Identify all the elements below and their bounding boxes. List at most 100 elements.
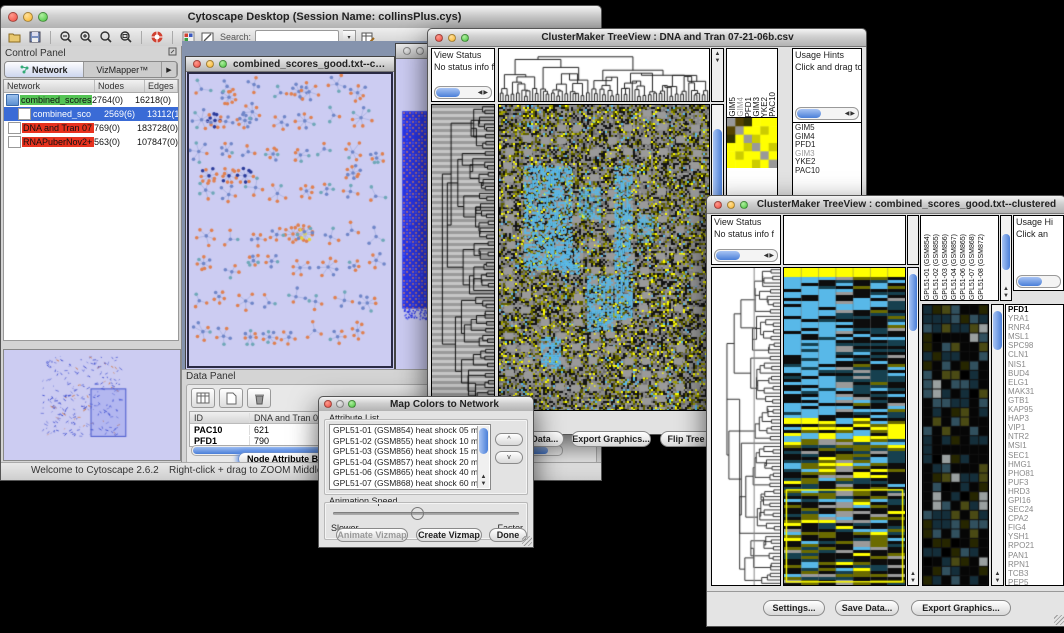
create-vizmap-button[interactable]: Create Vizmap	[416, 528, 482, 542]
gene-label[interactable]: PHO81	[1006, 469, 1063, 478]
attribute-item[interactable]: GPL51-07 (GSM868) heat shock 60 min	[330, 478, 490, 489]
scrollbar-arrows[interactable]: ▲▼	[908, 571, 918, 585]
gene-label[interactable]: RNR4	[1006, 323, 1063, 332]
cytoscape-titlebar[interactable]: Cytoscape Desktop (Session Name: collins…	[1, 6, 601, 29]
select-attributes-icon[interactable]	[191, 388, 215, 408]
attribute-item[interactable]: GPL51-04 (GSM857) heat shock 20 min	[330, 457, 490, 468]
gene-label[interactable]: HMG1	[1006, 460, 1063, 469]
gene-label[interactable]: BUD4	[1006, 369, 1063, 378]
tab-network[interactable]: Network	[5, 62, 84, 77]
export-graphics-button[interactable]: Export Graphics...	[571, 431, 651, 447]
network-row[interactable]: combined_scores 2764(0) 16218(0)	[4, 93, 178, 107]
animation-slider-thumb[interactable]	[411, 507, 424, 520]
tv1-heatmap[interactable]	[499, 105, 709, 410]
gene-label[interactable]: MAK31	[1006, 387, 1063, 396]
tv1-hints-hscrollbar[interactable]: ◀▶	[795, 107, 859, 120]
scrollbar-arrows[interactable]: ▲▼	[992, 571, 1003, 585]
scrollbar-arrows[interactable]: ▲▼	[712, 51, 723, 65]
close-button[interactable]	[714, 201, 722, 209]
network-row[interactable]: combined_sco 2569(6) 13112(15)	[4, 107, 178, 121]
close-button[interactable]	[435, 34, 443, 42]
new-attribute-icon[interactable]	[219, 388, 243, 408]
animation-slider-track[interactable]	[333, 512, 519, 515]
help-ring-icon[interactable]	[149, 30, 165, 45]
gene-label[interactable]: GPI16	[1006, 496, 1063, 505]
scrollbar-arrows[interactable]: ◀▶	[478, 89, 491, 96]
tv2-dendro-scroll-strip[interactable]	[907, 215, 919, 265]
save-icon[interactable]	[27, 30, 43, 45]
gene-label[interactable]: SEC24	[1006, 505, 1063, 514]
zoom-in-icon[interactable]	[78, 30, 94, 45]
gene-label[interactable]: NIS1	[1006, 360, 1063, 369]
tv2-mini[interactable]	[923, 305, 988, 585]
gene-label[interactable]: MSI1	[1006, 441, 1063, 450]
gene-label[interactable]: NTR2	[1006, 432, 1063, 441]
scrollbar-thumb[interactable]	[436, 88, 460, 97]
zoom-button[interactable]	[461, 34, 469, 42]
tv2-hints-hscrollbar[interactable]	[1016, 275, 1061, 288]
scrollbar-thumb[interactable]	[1018, 277, 1042, 286]
tv2-status-hscrollbar[interactable]: ◀▶	[714, 249, 778, 262]
move-up-button[interactable]: ^	[495, 433, 523, 446]
attribute-list-vscrollbar[interactable]: ▲▼	[477, 426, 489, 488]
zoom-button[interactable]	[38, 12, 48, 22]
attribute-item[interactable]: GPL51-01 (GSM854) heat shock 05 min	[330, 425, 490, 436]
close-button[interactable]	[193, 60, 201, 68]
column-label[interactable]: GPL51-03 (GSM856)	[941, 234, 950, 300]
open-file-icon[interactable]	[7, 30, 23, 45]
delete-attribute-icon[interactable]	[247, 388, 271, 408]
gene-label[interactable]: RPN1	[1006, 560, 1063, 569]
column-label[interactable]: PAC10	[769, 92, 777, 117]
scrollbar-arrows[interactable]: ◀▶	[845, 110, 858, 117]
tv2-heatmap-vscrollbar[interactable]: ▲▼	[907, 267, 919, 586]
gene-label[interactable]: SPC98	[1006, 341, 1063, 350]
gene-label[interactable]: GTB1	[1006, 396, 1063, 405]
gene-label[interactable]: RPO21	[1006, 541, 1063, 550]
gene-label[interactable]: PFD1	[1006, 305, 1063, 314]
minimize-button[interactable]	[23, 12, 33, 22]
network-window1-titlebar[interactable]: combined_scores_good.txt--cluste...	[186, 57, 394, 72]
close-button[interactable]	[8, 12, 18, 22]
zoom-selected-icon[interactable]	[98, 30, 114, 45]
tv2-heatmap[interactable]	[784, 268, 905, 585]
column-label[interactable]: GPL51-02 (GSM855)	[932, 234, 941, 300]
save-data-button[interactable]: Save Data...	[835, 600, 899, 616]
gene-label[interactable]: PUF3	[1006, 478, 1063, 487]
minimize-button[interactable]	[206, 60, 214, 68]
zoom-out-icon[interactable]	[58, 30, 74, 45]
overview-canvas[interactable]	[4, 350, 178, 458]
minimize-button[interactable]	[336, 400, 344, 408]
scrollbar-arrows[interactable]: ▲▼	[478, 474, 489, 488]
close-button[interactable]	[403, 47, 411, 55]
column-label[interactable]: GPL51-08 (GSM872)	[977, 234, 986, 300]
gene-label[interactable]: HAP3	[1006, 414, 1063, 423]
column-label[interactable]: GPL51-06 (GSM865)	[959, 234, 968, 300]
minimize-button[interactable]	[448, 34, 456, 42]
dialog-titlebar[interactable]: Map Colors to Network	[319, 397, 533, 412]
zoom-button[interactable]	[348, 400, 356, 408]
export-graphics-button[interactable]: Export Graphics...	[911, 600, 1011, 616]
minimize-button[interactable]	[727, 201, 735, 209]
tv2-left-dendro[interactable]	[712, 268, 780, 585]
zoom-button[interactable]	[219, 60, 227, 68]
tv1-left-dendro[interactable]	[432, 105, 494, 410]
column-label[interactable]: GPL51-01 (GSM854)	[923, 234, 932, 300]
treeview2-titlebar[interactable]: ClusterMaker TreeView : combined_scores_…	[707, 196, 1064, 214]
gene-label[interactable]: PAN1	[1006, 551, 1063, 560]
move-down-button[interactable]: v	[495, 451, 523, 464]
network-row[interactable]: RNAPuberNov2+ 563(0) 107847(0)	[4, 135, 178, 149]
scrollbar-thumb[interactable]	[909, 274, 917, 331]
net1-canvas[interactable]	[189, 74, 389, 365]
tab-more-arrow[interactable]: ▶	[162, 62, 177, 77]
gene-label[interactable]: PEP5	[1006, 578, 1063, 586]
gene-label[interactable]: SEC1	[1006, 451, 1063, 460]
column-label[interactable]: GPL51-07 (GSM868)	[968, 234, 977, 300]
tv2-labels-vscrollbar[interactable]: ▲▼	[1000, 215, 1012, 301]
scrollbar-arrows[interactable]: ▲▼	[1001, 286, 1011, 300]
gene-label[interactable]: FIG4	[1006, 523, 1063, 532]
scrollbar-thumb[interactable]	[1002, 234, 1010, 269]
attribute-item[interactable]: GPL51-06 (GSM865) heat shock 40 min	[330, 467, 490, 478]
gene-label[interactable]: CLN1	[1006, 350, 1063, 359]
animate-vizmap-button[interactable]: Animate Vizmap	[336, 528, 408, 542]
gene-label[interactable]: KAP95	[1006, 405, 1063, 414]
